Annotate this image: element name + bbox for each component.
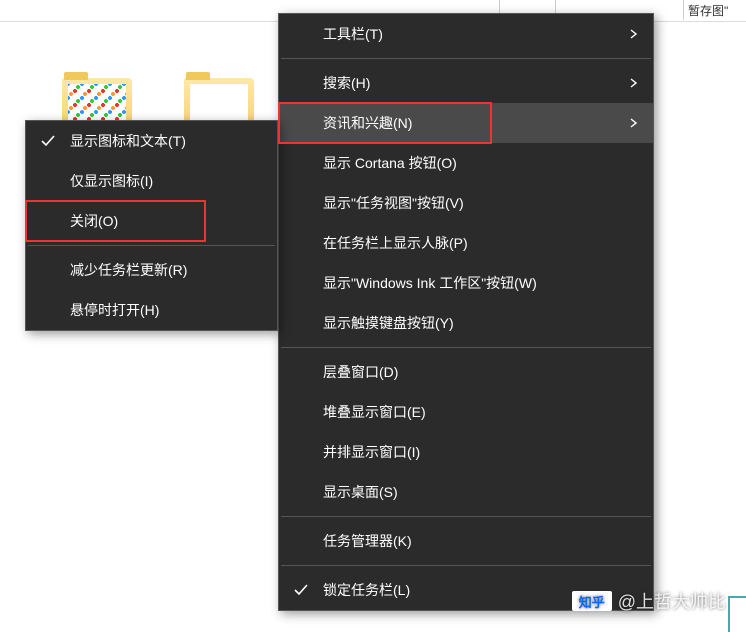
menu-item-label: 关闭(O) [70, 211, 118, 231]
menu-item-label: 锁定任务栏(L) [323, 580, 410, 600]
news-interests-submenu: 显示图标和文本(T) 仅显示图标(I) 关闭(O) 减少任务栏更新(R) 悬停时打开(H… [25, 120, 278, 331]
menu-separator [281, 565, 651, 566]
menu-item[interactable]: 减少任务栏更新(R) [26, 250, 277, 290]
menu-item[interactable]: 显示"任务视图"按钮(V) [279, 183, 653, 223]
menu-item-label: 显示"Windows Ink 工作区"按钮(W) [323, 273, 537, 293]
menu-item-label: 层叠窗口(D) [323, 362, 398, 382]
menu-item-label: 显示"任务视图"按钮(V) [323, 193, 464, 213]
menu-item-label: 堆叠显示窗口(E) [323, 402, 426, 422]
menu-item-label: 搜索(H) [323, 73, 370, 93]
menu-item[interactable]: 并排显示窗口(I) [279, 432, 653, 472]
menu-item-label: 在任务栏上显示人脉(P) [323, 233, 468, 253]
menu-item-label: 显示触摸键盘按钮(Y) [323, 313, 454, 333]
chevron-right-icon [629, 118, 639, 128]
menu-item-label: 工具栏(T) [323, 24, 383, 44]
menu-item[interactable]: 层叠窗口(D) [279, 352, 653, 392]
menu-item[interactable]: 搜索(H) [279, 63, 653, 103]
menu-item-label: 显示 Cortana 按钮(O) [323, 153, 457, 173]
watermark: 知乎 @上哲大帅比 [572, 588, 726, 614]
menu-item[interactable]: 悬停时打开(H) [26, 290, 277, 330]
menu-item[interactable]: 关闭(O) [26, 201, 277, 241]
menu-item-label: 悬停时打开(H) [70, 300, 159, 320]
menu-item[interactable]: 任务管理器(K) [279, 521, 653, 561]
menu-item[interactable]: 在任务栏上显示人脉(P) [279, 223, 653, 263]
menu-item[interactable]: 显示触摸键盘按钮(Y) [279, 303, 653, 343]
chevron-right-icon [629, 78, 639, 88]
watermark-text: @上哲大帅比 [618, 588, 726, 614]
menu-item[interactable]: 仅显示图标(I) [26, 161, 277, 201]
toolbar-text: 暂存图" [688, 2, 728, 19]
menu-separator [281, 347, 651, 348]
menu-item-label: 仅显示图标(I) [70, 171, 153, 191]
check-icon [293, 582, 309, 598]
menu-item-label: 显示图标和文本(T) [70, 131, 186, 151]
chevron-right-icon [629, 29, 639, 39]
menu-separator [281, 516, 651, 517]
taskbar-context-menu: 工具栏(T) 搜索(H) 资讯和兴趣(N) 显示 Cortana 按钮(O) 显示"任务… [278, 13, 654, 611]
check-icon [40, 133, 56, 149]
window-corner-icon [728, 596, 746, 632]
menu-item[interactable]: 显示 Cortana 按钮(O) [279, 143, 653, 183]
menu-item-label: 显示桌面(S) [323, 482, 398, 502]
menu-item[interactable]: 堆叠显示窗口(E) [279, 392, 653, 432]
menu-separator [28, 245, 275, 246]
zhihu-logo-icon: 知乎 [572, 591, 612, 611]
menu-item[interactable]: 显示图标和文本(T) [26, 121, 277, 161]
menu-item[interactable]: 资讯和兴趣(N) [279, 103, 653, 143]
menu-item-label: 资讯和兴趣(N) [323, 113, 412, 133]
menu-item-label: 并排显示窗口(I) [323, 442, 420, 462]
menu-item[interactable]: 显示桌面(S) [279, 472, 653, 512]
menu-item[interactable]: 工具栏(T) [279, 14, 653, 54]
menu-separator [281, 58, 651, 59]
menu-item-label: 减少任务栏更新(R) [70, 260, 187, 280]
menu-item[interactable]: 显示"Windows Ink 工作区"按钮(W) [279, 263, 653, 303]
menu-item-label: 任务管理器(K) [323, 531, 412, 551]
